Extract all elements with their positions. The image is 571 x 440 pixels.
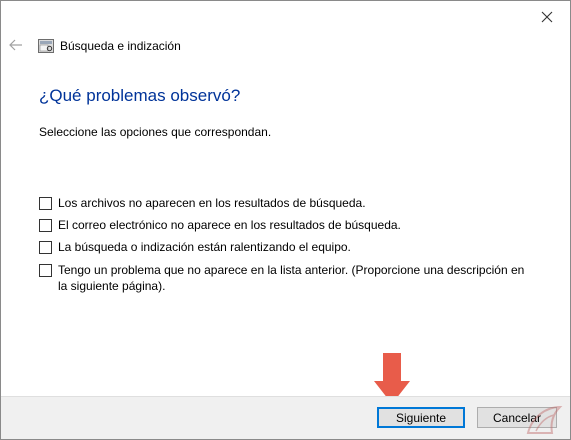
close-button[interactable] bbox=[532, 5, 562, 29]
option-label: Los archivos no aparecen en los resultad… bbox=[58, 196, 366, 210]
checkbox[interactable] bbox=[39, 197, 52, 210]
back-button[interactable] bbox=[6, 35, 26, 55]
back-arrow-icon bbox=[9, 39, 22, 51]
search-indexing-icon bbox=[38, 39, 54, 53]
checkbox[interactable] bbox=[39, 241, 52, 254]
option-label: Tengo un problema que no aparece en la l… bbox=[58, 263, 525, 293]
window-title: Búsqueda e indización bbox=[60, 39, 181, 53]
footer-bar: Siguiente Cancelar bbox=[1, 396, 570, 439]
checkbox[interactable] bbox=[39, 264, 52, 277]
option-label: La búsqueda o indización están ralentiza… bbox=[58, 240, 351, 254]
next-button[interactable]: Siguiente bbox=[377, 407, 465, 428]
page-heading: ¿Qué problemas observó? bbox=[39, 86, 241, 105]
close-icon bbox=[541, 11, 553, 23]
option-files-not-in-results[interactable]: Los archivos no aparecen en los resultad… bbox=[39, 195, 528, 211]
option-email-not-in-results[interactable]: El correo electrónico no aparece en los … bbox=[39, 217, 528, 233]
option-other-problem[interactable]: Tengo un problema que no aparece en la l… bbox=[39, 262, 528, 294]
checkbox[interactable] bbox=[39, 219, 52, 232]
option-search-slowing-pc[interactable]: La búsqueda o indización están ralentiza… bbox=[39, 239, 528, 255]
troubleshooter-window: Búsqueda e indización ¿Qué problemas obs… bbox=[0, 0, 571, 440]
option-label: El correo electrónico no aparece en los … bbox=[58, 218, 401, 232]
watermark-logo-icon bbox=[526, 405, 563, 434]
instructions-text: Seleccione las opciones que correspondan… bbox=[39, 125, 272, 139]
